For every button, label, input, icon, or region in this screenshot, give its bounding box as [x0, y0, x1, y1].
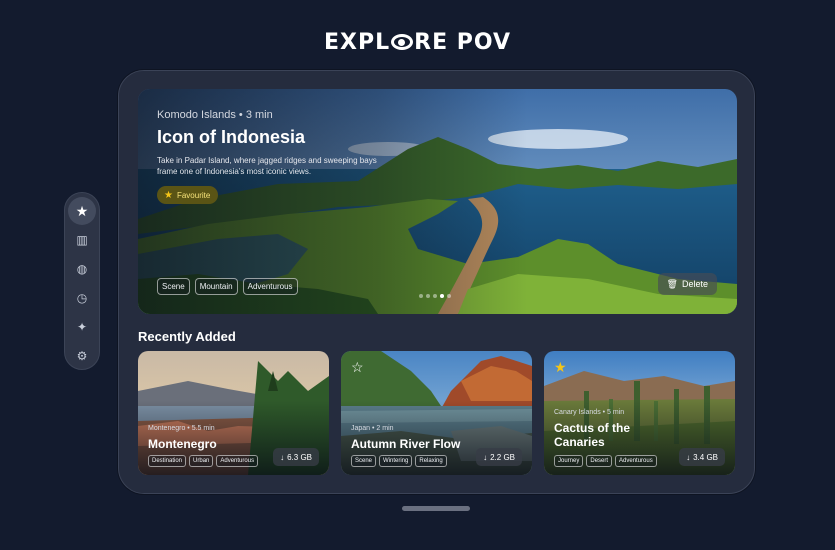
tablet-frame: Komodo Islands • 3 min Icon of Indonesia…	[118, 70, 755, 494]
content-card[interactable]: ☆ Japan • 2 min Autumn River Flow Scene …	[341, 351, 532, 475]
card-tags: Journey Desert Adventurous	[554, 455, 657, 467]
tag[interactable]: Adventurous	[242, 278, 298, 295]
download-icon: ↓	[483, 452, 488, 462]
logo-text-right: RE POV	[414, 30, 512, 55]
download-size-button[interactable]: ↓ 2.2 GB	[476, 448, 522, 466]
content-card[interactable]: Montenegro • 5.5 min Montenegro Destinat…	[138, 351, 329, 475]
card-title: Montenegro	[148, 437, 217, 451]
page-dot[interactable]	[433, 294, 437, 298]
delete-label: Delete	[681, 279, 708, 289]
card-tags: Destination Urban Adventurous	[148, 455, 259, 467]
sidebar-item-recent[interactable]: ◷	[68, 284, 96, 312]
download-icon: ↓	[686, 452, 691, 462]
hero-title: Icon of Indonesia	[157, 127, 306, 147]
trash-icon: 🗑	[666, 278, 678, 289]
tag[interactable]: Journey	[554, 455, 584, 467]
page-dot[interactable]	[447, 294, 451, 298]
download-size-button[interactable]: ↓ 3.4 GB	[679, 448, 725, 466]
sidebar-item-library[interactable]: ▥	[68, 226, 96, 254]
tag[interactable]: Destination	[148, 455, 187, 467]
page-dot-active[interactable]	[440, 294, 444, 298]
content-card[interactable]: ★ Canary Islands • 5 min Cactus of the C…	[544, 351, 735, 475]
card-meta: Japan • 2 min	[351, 425, 394, 432]
download-size-button[interactable]: ↓ 6.3 GB	[273, 448, 319, 466]
hero-description: Take in Padar Island, where jagged ridge…	[157, 156, 377, 176]
sidebar-nav: ★ ▥ ◍ ◷ ✦ ⚙	[64, 192, 100, 370]
home-indicator[interactable]	[402, 506, 470, 511]
tag[interactable]: Mountain	[194, 278, 238, 295]
download-icon: ↓	[280, 452, 285, 462]
tag[interactable]: Adventurous	[216, 455, 259, 467]
page-dot[interactable]	[419, 294, 423, 298]
card-meta: Montenegro • 5.5 min	[148, 425, 215, 432]
tag[interactable]: Adventurous	[615, 455, 657, 467]
card-title: Cactus of the Canaries	[554, 421, 631, 449]
tag[interactable]: Relaxing	[415, 455, 447, 467]
app-logo: EXPL RE POV	[0, 30, 835, 55]
tag[interactable]: Wintering	[379, 455, 413, 467]
download-size: 6.3 GB	[287, 452, 312, 462]
favourite-label: Favourite	[176, 190, 211, 200]
star-outline-icon[interactable]: ☆	[351, 359, 364, 376]
tag[interactable]: Urban	[189, 455, 214, 467]
tag[interactable]: Desert	[586, 455, 613, 467]
page-dot[interactable]	[426, 294, 430, 298]
sidebar-item-favourites[interactable]: ★	[68, 197, 96, 225]
star-icon: ★	[164, 189, 173, 201]
card-tags: Scene Wintering Relaxing	[351, 455, 447, 467]
hero-meta: Komodo Islands • 3 min	[157, 109, 273, 121]
download-size: 3.4 GB	[693, 452, 718, 462]
tag[interactable]: Scene	[351, 455, 377, 467]
timer-icon: ◷	[76, 291, 88, 305]
section-title: Recently Added	[138, 329, 236, 344]
page-indicator	[419, 294, 451, 298]
card-meta: Canary Islands • 5 min	[554, 409, 625, 416]
card-title: Autumn River Flow	[351, 437, 461, 451]
eye-icon	[391, 34, 414, 50]
download-size: 2.2 GB	[490, 452, 515, 462]
logo-text-left: EXPL	[323, 30, 391, 55]
star-icon: ★	[75, 202, 89, 219]
tag[interactable]: Scene	[157, 278, 190, 295]
library-icon: ▥	[76, 233, 88, 247]
hero-tags: Scene Mountain Adventurous	[157, 278, 298, 295]
sparkle-icon: ✦	[76, 320, 88, 334]
globe-icon: ◍	[76, 262, 88, 276]
sidebar-item-settings[interactable]: ⚙	[68, 342, 96, 370]
hero-banner[interactable]: Komodo Islands • 3 min Icon of Indonesia…	[138, 89, 737, 314]
gear-icon: ⚙	[76, 349, 88, 363]
favourite-button[interactable]: ★ Favourite	[157, 186, 219, 204]
star-filled-icon[interactable]: ★	[554, 359, 567, 376]
delete-button[interactable]: 🗑 Delete	[657, 273, 717, 295]
sidebar-item-explore[interactable]: ◍	[68, 255, 96, 283]
sidebar-item-discover[interactable]: ✦	[68, 313, 96, 341]
